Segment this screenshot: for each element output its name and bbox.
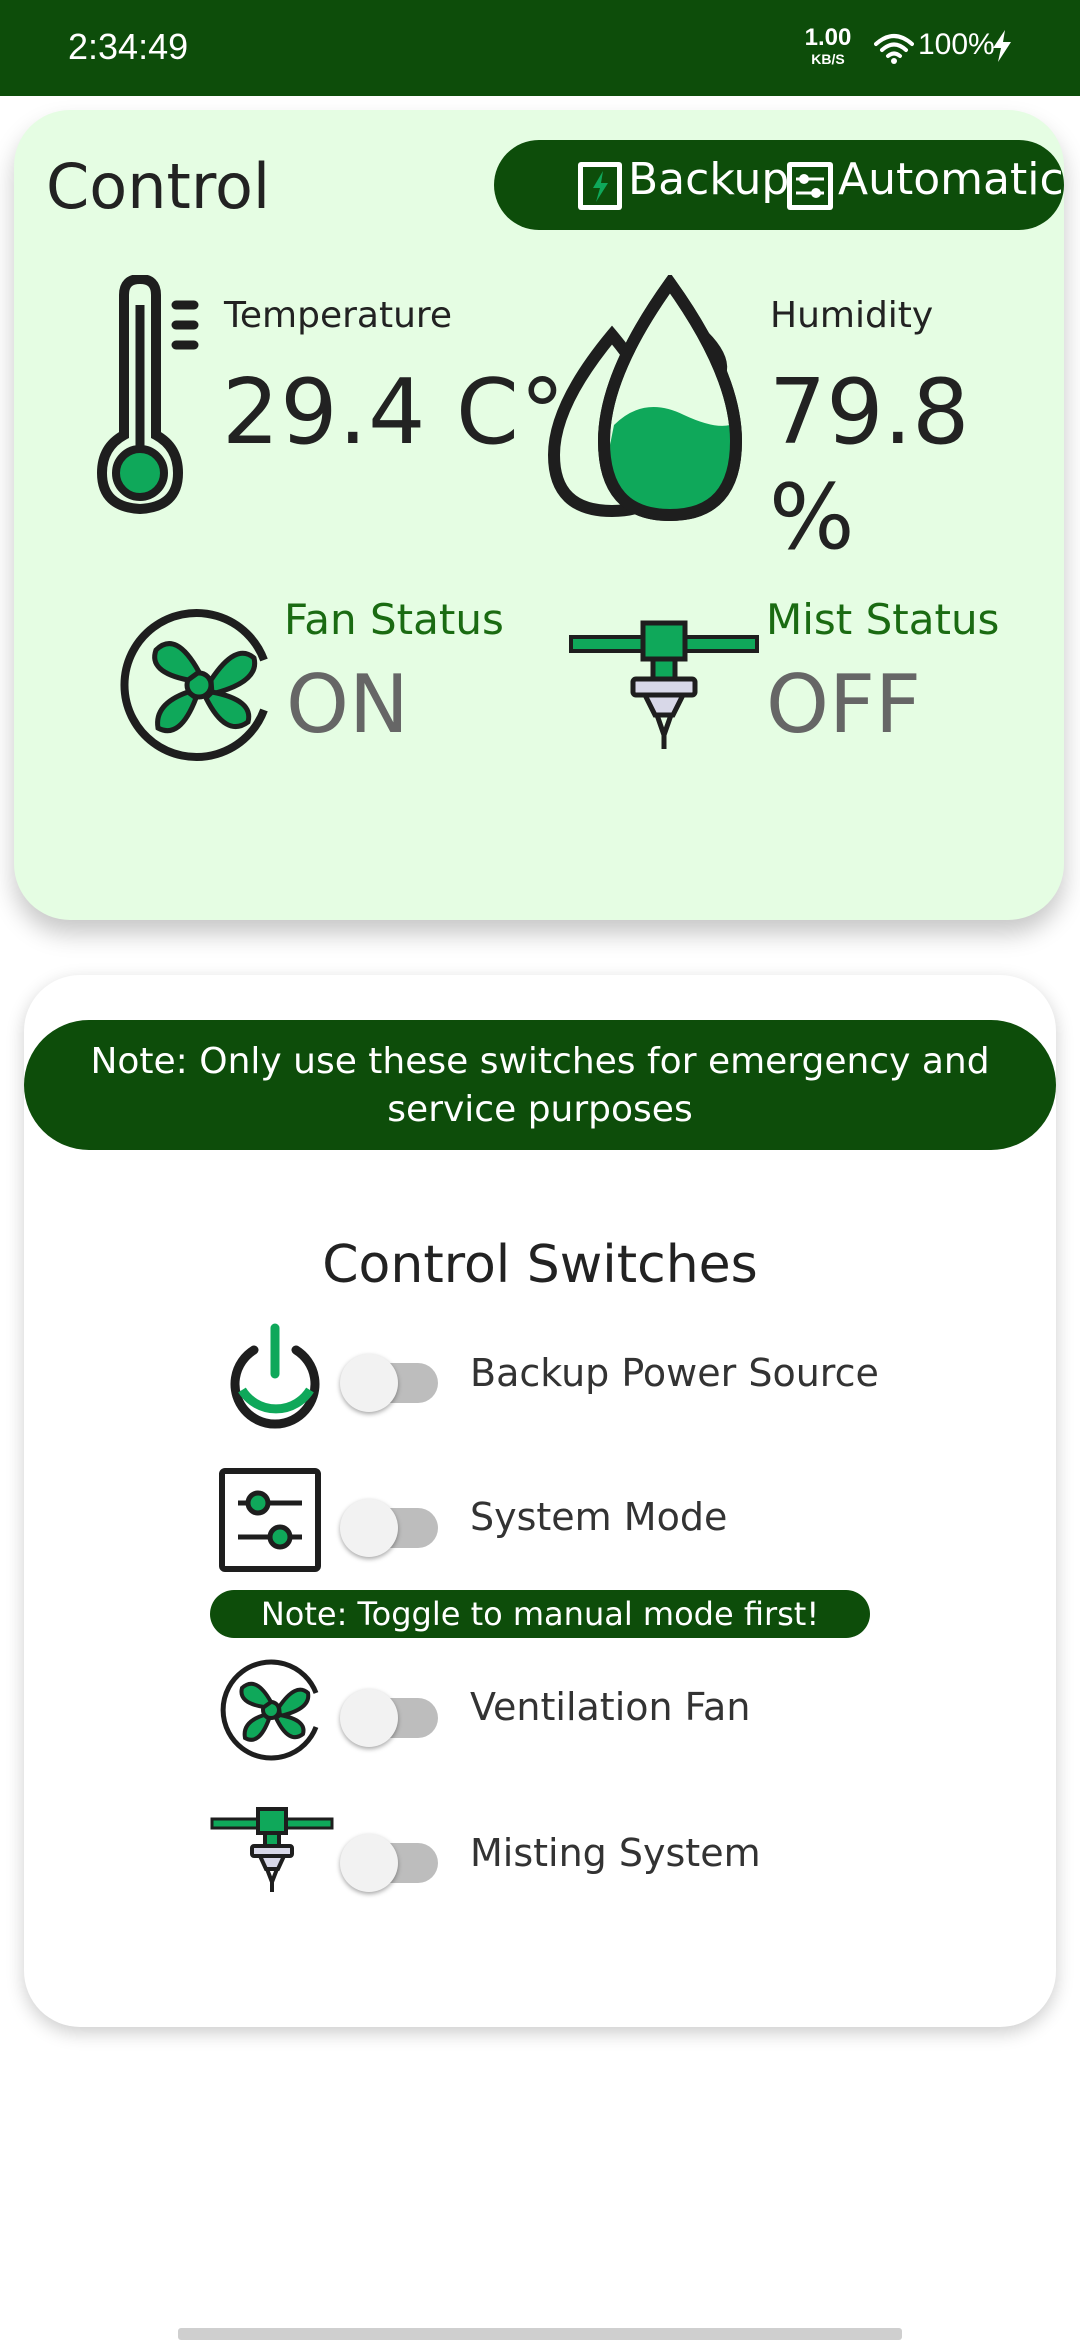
humidity-drops-icon [547, 275, 743, 522]
manual-mode-note: Note: Toggle to manual mode first! [210, 1590, 870, 1638]
ventilation-fan-label: Ventilation Fan [470, 1685, 751, 1729]
battery-percent: 100% [918, 28, 995, 61]
network-speed-value: 1.00 [804, 24, 852, 51]
automatic-mode-label: Automatic [838, 154, 1064, 205]
charging-icon [993, 30, 1011, 62]
network-speed: 1.00 KB/S [800, 24, 856, 67]
mist-status-label: Mist Status [766, 595, 1000, 644]
fan-icon [120, 609, 268, 761]
thermometer-icon [96, 275, 199, 515]
backup-power-label: Backup Power Source [470, 1351, 879, 1395]
toggle-knob [340, 1689, 398, 1747]
system-mode-toggle[interactable] [340, 1490, 440, 1557]
network-speed-unit: KB/S [811, 51, 845, 67]
backup-power-toggle[interactable] [340, 1345, 440, 1412]
backup-mode-label: Backup [628, 154, 790, 205]
control-card: Control Backup Automatic Temperature 29.… [14, 110, 1064, 920]
humidity-value: 79.8 % [769, 360, 970, 570]
status-bar: 2:34:49 1.00 KB/S 100% [0, 0, 1080, 96]
ventilation-fan-toggle[interactable] [340, 1680, 440, 1747]
misting-system-toggle[interactable] [340, 1825, 440, 1892]
navigation-handle[interactable] [178, 2328, 902, 2340]
toggle-knob [340, 1834, 398, 1892]
humidity-label: Humidity [770, 295, 934, 336]
temperature-label: Temperature [224, 295, 453, 336]
mode-indicator-pill: Backup Automatic [494, 140, 1064, 230]
fan-icon [220, 1659, 319, 1761]
misting-system-label: Misting System [470, 1831, 761, 1875]
control-switches-card: Note: Only use these switches for emerge… [24, 975, 1056, 2027]
emergency-note: Note: Only use these switches for emerge… [24, 1020, 1056, 1150]
system-mode-label: System Mode [470, 1495, 728, 1539]
control-switches-title: Control Switches [322, 1235, 758, 1295]
fan-status-label: Fan Status [284, 595, 504, 644]
power-icon [230, 1323, 320, 1429]
fan-status-value: ON [286, 658, 409, 751]
temperature-value: 29.4 C° [222, 360, 566, 465]
toggle-knob [340, 1354, 398, 1412]
backup-power-icon [578, 162, 622, 210]
sprinkler-icon [569, 620, 759, 749]
mist-status-value: OFF [766, 658, 921, 751]
sprinkler-icon [210, 1807, 334, 1892]
sliders-icon [787, 162, 833, 210]
clock: 2:34:49 [68, 26, 189, 67]
toggle-knob [340, 1499, 398, 1557]
wifi-icon [874, 34, 914, 64]
page-title: Control [46, 150, 271, 223]
sliders-icon [219, 1468, 321, 1572]
